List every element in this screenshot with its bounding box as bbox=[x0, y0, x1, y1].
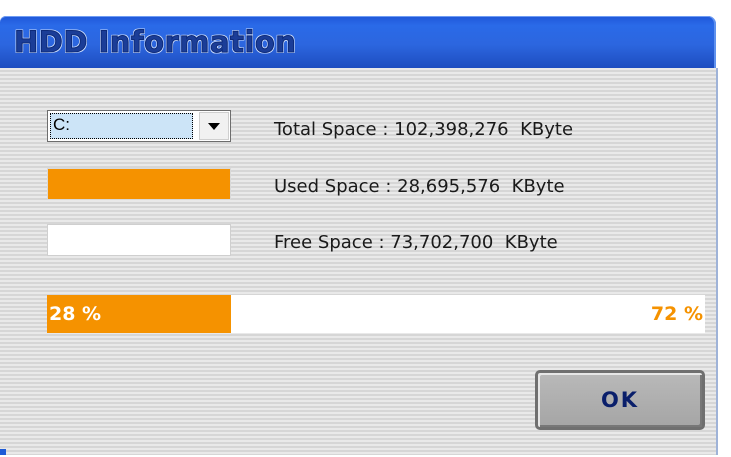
used-space-swatch bbox=[47, 168, 231, 200]
drive-select[interactable]: C: bbox=[47, 110, 231, 142]
title-bar: HDD Information bbox=[0, 16, 716, 68]
used-space-label: Used Space : 28,695,576 KByte bbox=[274, 176, 565, 197]
usage-progress-bar: 28 % 72 % bbox=[47, 295, 705, 333]
free-space-swatch bbox=[47, 224, 231, 256]
total-space-label: Total Space : 102,398,276 KByte bbox=[274, 119, 574, 140]
free-percent-label: 72 % bbox=[650, 303, 703, 325]
chevron-down-icon[interactable] bbox=[199, 112, 229, 140]
ok-button[interactable]: OK bbox=[535, 370, 705, 430]
hdd-info-dialog: HDD Information C: Total Space : 102,398… bbox=[0, 0, 731, 457]
free-space-label: Free Space : 73,702,700 KByte bbox=[274, 232, 558, 253]
used-percent-label: 28 % bbox=[49, 303, 102, 325]
window-title: HDD Information bbox=[13, 25, 297, 60]
drive-select-value: C: bbox=[50, 113, 193, 139]
